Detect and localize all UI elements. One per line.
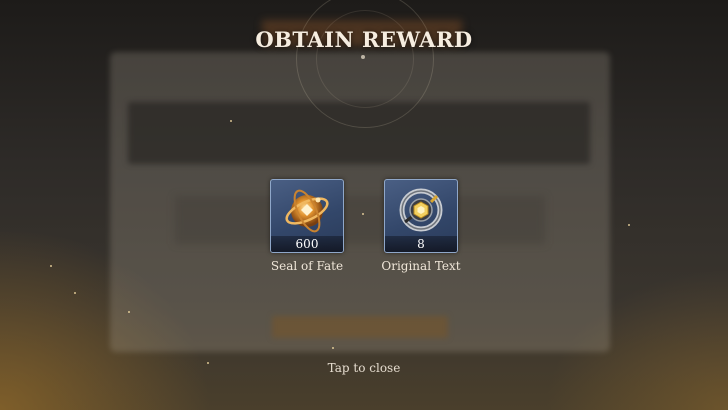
reward-count: 8 bbox=[385, 236, 457, 252]
sparkle bbox=[230, 120, 232, 122]
reward-count: 600 bbox=[271, 236, 343, 252]
reward-card[interactable]: 8 bbox=[384, 179, 458, 253]
sparkle bbox=[128, 311, 130, 313]
sparkle bbox=[628, 224, 630, 226]
blurred-background-element bbox=[272, 316, 448, 338]
sparkle bbox=[332, 347, 334, 349]
sparkle bbox=[50, 265, 52, 267]
original-text-icon bbox=[391, 182, 451, 242]
tap-to-close-hint[interactable]: Tap to close bbox=[0, 361, 728, 375]
reward-name: Original Text bbox=[381, 259, 461, 273]
sparkle bbox=[74, 292, 76, 294]
decorative-dot bbox=[361, 55, 365, 59]
sparkle bbox=[362, 213, 364, 215]
reward-card[interactable]: 600 bbox=[270, 179, 344, 253]
reward-name: Seal of Fate bbox=[270, 259, 344, 273]
decorative-ring bbox=[316, 10, 414, 108]
reward-item-seal-of-fate[interactable]: 600 Seal of Fate bbox=[270, 179, 344, 273]
seal-of-fate-icon bbox=[277, 182, 337, 242]
blurred-background-element bbox=[175, 196, 545, 244]
reward-item-original-text[interactable]: 8 Original Text bbox=[381, 179, 461, 273]
dialog-title: OBTAIN REWARD bbox=[255, 27, 473, 52]
